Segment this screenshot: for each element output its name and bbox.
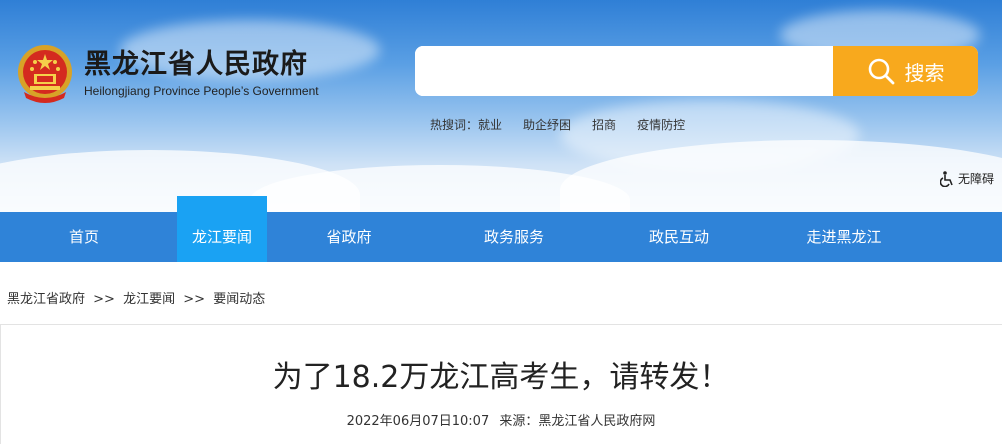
- article-title: 为了18.2万龙江高考生，请转发！: [272, 360, 730, 395]
- search-button[interactable]: 搜索: [833, 46, 978, 96]
- hot-search-item[interactable]: 疫情防控: [637, 116, 685, 133]
- main-nav: 首页 龙江要闻 省政府 政务服务 政民互动 走进黑龙江: [0, 196, 1002, 262]
- article-date: 2022年06月07日10:07: [346, 414, 490, 429]
- site-subtitle: Heilongjiang Province People’s Governmen…: [84, 84, 319, 98]
- breadcrumb-item[interactable]: 黑龙江省政府: [7, 292, 85, 307]
- nav-item-longjiang-news[interactable]: 龙江要闻: [177, 196, 267, 262]
- hot-search-item[interactable]: 招商: [592, 116, 616, 133]
- search-icon: [868, 58, 894, 85]
- header-banner: 黑龙江省人民政府 Heilongjiang Province People’s …: [0, 0, 1002, 212]
- hot-search: 热搜词： 就业 助企纾困 招商 疫情防控: [430, 116, 706, 133]
- article-source: 来源：黑龙江省人民政府网: [499, 414, 656, 429]
- search-button-label: 搜索: [904, 60, 945, 85]
- site-logo[interactable]: 黑龙江省人民政府 Heilongjiang Province People’s …: [16, 42, 319, 106]
- breadcrumb-item[interactable]: 龙江要闻: [123, 292, 175, 307]
- nav-item-about-heilongjiang[interactable]: 走进黑龙江: [794, 212, 894, 262]
- search-input[interactable]: [415, 46, 833, 96]
- article-meta: 2022年06月07日10:07 来源：黑龙江省人民政府网: [0, 410, 1002, 429]
- search-bar: 搜索: [415, 46, 978, 96]
- national-emblem-icon: [18, 45, 72, 103]
- wheelchair-icon: [939, 170, 953, 187]
- accessibility-link[interactable]: 无障碍: [939, 170, 994, 187]
- nav-item-public-interaction[interactable]: 政民互动: [629, 212, 729, 262]
- site-title: 黑龙江省人民政府: [84, 49, 308, 80]
- nav-item-government-services[interactable]: 政务服务: [464, 212, 564, 262]
- breadcrumb-separator: >>: [93, 292, 115, 307]
- breadcrumb: 黑龙江省政府 >> 龙江要闻 >> 要闻动态: [7, 288, 269, 307]
- hot-search-label: 热搜词：: [430, 118, 479, 132]
- hot-search-item[interactable]: 就业: [478, 116, 502, 133]
- breadcrumb-separator: >>: [183, 292, 206, 307]
- hot-search-item[interactable]: 助企纾困: [523, 116, 571, 133]
- nav-item-home[interactable]: 首页: [34, 212, 134, 262]
- breadcrumb-item[interactable]: 要闻动态: [213, 292, 265, 307]
- accessibility-label: 无障碍: [957, 172, 994, 186]
- nav-item-provincial-government[interactable]: 省政府: [299, 212, 399, 262]
